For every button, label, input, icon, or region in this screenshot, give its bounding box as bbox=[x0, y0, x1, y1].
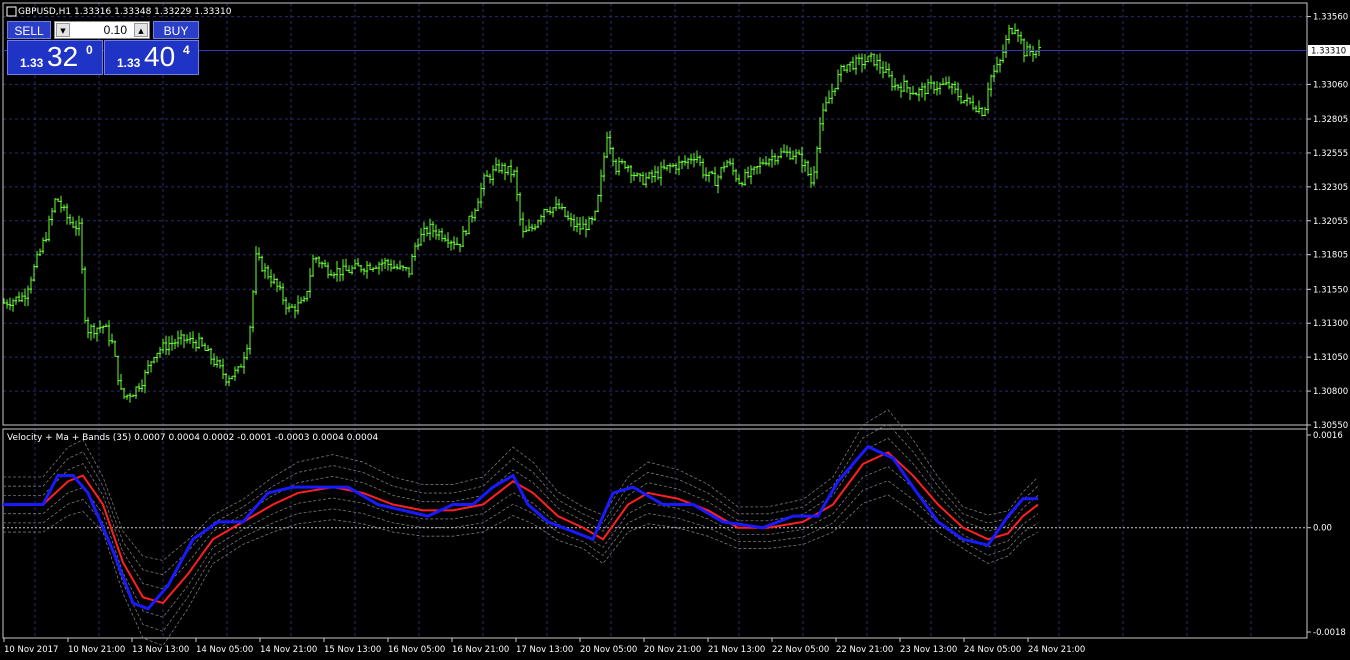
chart-window-icon bbox=[6, 6, 17, 17]
time-axis-label: 20 Nov 05:00 bbox=[580, 645, 637, 655]
sell-button[interactable]: SELL bbox=[7, 21, 51, 39]
lot-increase-icon[interactable]: ▲ bbox=[134, 23, 148, 37]
band-line bbox=[3, 437, 1039, 590]
time-axis-label: 10 Nov 2017 bbox=[4, 645, 58, 655]
lot-size-field[interactable]: ▼ 0.10 ▲ bbox=[54, 21, 150, 39]
sell-price-button[interactable]: 1.33 32 0 bbox=[7, 40, 103, 75]
time-axis-label: 16 Nov 21:00 bbox=[452, 645, 509, 655]
time-axis-label: 20 Nov 21:00 bbox=[644, 645, 701, 655]
price-axis-label: 1.33560 bbox=[1313, 13, 1348, 23]
time-axis-label: 24 Nov 21:00 bbox=[1028, 645, 1085, 655]
time-axis-label: 10 Nov 21:00 bbox=[68, 645, 125, 655]
price-axis-label: 1.33060 bbox=[1313, 80, 1348, 90]
buy-price-sup: 4 bbox=[183, 43, 190, 57]
price-axis-label: 1.30800 bbox=[1313, 387, 1348, 397]
buy-price-main: 40 bbox=[144, 41, 176, 72]
time-axis-label: 14 Nov 21:00 bbox=[260, 645, 317, 655]
price-axis-label: 1.31050 bbox=[1313, 353, 1348, 363]
price-axis-label: 1.30550 bbox=[1313, 421, 1348, 431]
time-axis-label: 22 Nov 05:00 bbox=[772, 645, 829, 655]
price-axis-label: 1.32805 bbox=[1313, 115, 1348, 125]
current-price-tag-text: 1.33310 bbox=[1311, 46, 1346, 56]
time-axis-label: 23 Nov 13:00 bbox=[900, 645, 957, 655]
indicator-axis-label: -0.0018 bbox=[1313, 628, 1346, 638]
time-axis-label: 14 Nov 05:00 bbox=[196, 645, 253, 655]
indicator-axis-labels: 0.0016 0.00 -0.0018 bbox=[1307, 431, 1346, 638]
price-axis-label: 1.32305 bbox=[1313, 183, 1348, 193]
time-axis-label: 17 Nov 13:00 bbox=[516, 645, 573, 655]
candlestick-series[interactable] bbox=[3, 23, 1041, 403]
chart-frames bbox=[2, 2, 1308, 639]
time-axis-label: 22 Nov 21:00 bbox=[836, 645, 893, 655]
price-axis-label: 1.32055 bbox=[1313, 217, 1348, 227]
symbol-info: GBPUSD,H1 1.33316 1.33348 1.33229 1.3331… bbox=[18, 7, 232, 17]
indicator-window-frame bbox=[2, 428, 1308, 639]
chart-canvas[interactable]: 1.33310 1.33560 1.33060 1.32805 1.32555 1.32… bbox=[0, 0, 1350, 660]
time-axis-label: 13 Nov 13:00 bbox=[132, 645, 189, 655]
band-line bbox=[3, 494, 1039, 647]
lot-size-value[interactable]: 0.10 bbox=[104, 22, 127, 39]
buy-price-button[interactable]: 1.33 40 4 bbox=[104, 40, 199, 75]
price-axis-label: 1.31805 bbox=[1313, 251, 1348, 261]
band-line bbox=[3, 480, 1039, 632]
price-axis-label: 1.32555 bbox=[1313, 149, 1348, 159]
price-axis-label: 1.31300 bbox=[1313, 319, 1348, 329]
time-axis-label: 24 Nov 05:00 bbox=[964, 645, 1021, 655]
sell-price-prefix: 1.33 bbox=[20, 56, 44, 70]
sell-price-main: 32 bbox=[47, 41, 79, 72]
time-axis-label: 16 Nov 05:00 bbox=[388, 645, 445, 655]
indicator-axis-label: 0.0016 bbox=[1313, 431, 1343, 441]
time-axis-label: 15 Nov 13:00 bbox=[324, 645, 381, 655]
lot-decrease-icon[interactable]: ▼ bbox=[56, 23, 70, 37]
price-axis-labels: 1.33560 1.33060 1.32805 1.32555 1.32305 1.320… bbox=[1307, 13, 1348, 431]
indicator-info: Velocity + Ma + Bands (35) 0.0007 0.0004… bbox=[7, 433, 378, 443]
grid-lines bbox=[3, 3, 1307, 638]
price-axis-label: 1.31550 bbox=[1313, 285, 1348, 295]
indicator-axis-label: 0.00 bbox=[1313, 524, 1332, 534]
buy-button[interactable]: BUY bbox=[153, 21, 199, 39]
sell-price-sup: 0 bbox=[86, 43, 93, 57]
buy-price-prefix: 1.33 bbox=[117, 56, 141, 70]
band-line bbox=[3, 423, 1039, 576]
time-axis-label: 21 Nov 13:00 bbox=[708, 645, 765, 655]
one-click-trading-panel: SELL ▼ 0.10 ▲ BUY 1.33 32 0 1.33 40 4 bbox=[7, 21, 199, 75]
